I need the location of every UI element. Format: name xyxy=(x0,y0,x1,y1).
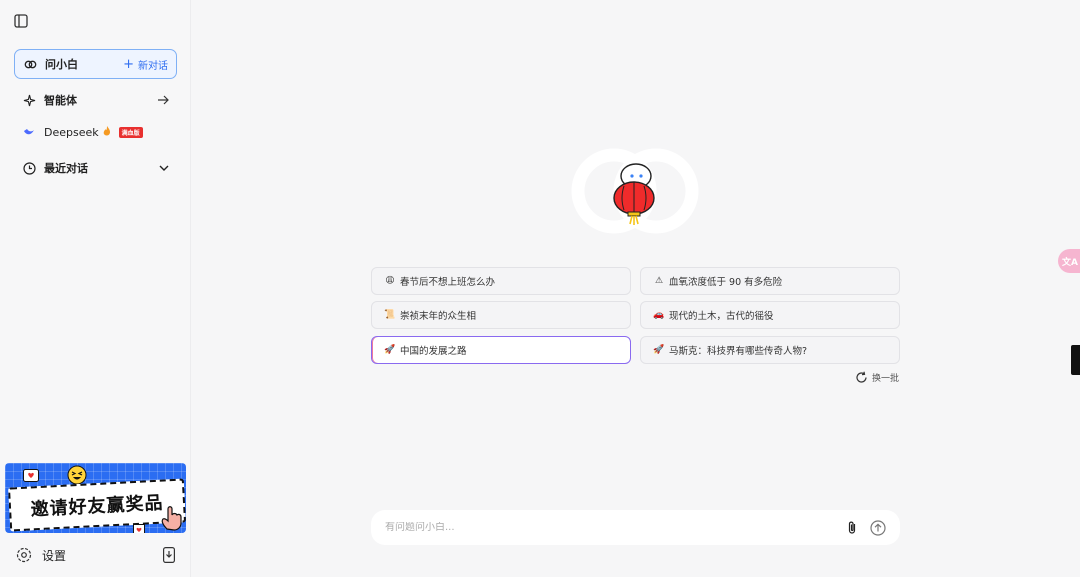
sidebar-item-agents-label: 智能体 xyxy=(44,94,77,107)
whale-icon xyxy=(22,125,36,139)
sidebar-item-recent[interactable]: 最近对话 xyxy=(14,153,177,183)
refresh-icon xyxy=(855,371,868,384)
sidebar: 问小白 + 新对话 智能体 Deepseek 满血版 最近对话 邀请好友赢奖品 … xyxy=(0,0,191,577)
fire-icon xyxy=(103,125,111,139)
suggestion-text: 马斯克：科技界有哪些传奇人物? xyxy=(669,346,808,357)
invite-banner-text: 邀请好友赢奖品 xyxy=(30,492,165,521)
suggestion-5[interactable]: 🚀 马斯克：科技界有哪些传奇人物? xyxy=(640,336,900,364)
history-icon xyxy=(22,161,36,175)
suggestion-emoji: 📜 xyxy=(384,310,396,320)
settings-label: 设置 xyxy=(42,548,67,563)
suggestion-text: 崇祯末年的众生相 xyxy=(400,311,477,322)
download-app-icon[interactable] xyxy=(163,547,175,563)
suggestion-text: 血氧浓度低于 90 有多危险 xyxy=(669,277,783,288)
new-chat-button[interactable]: + 新对话 xyxy=(123,57,168,72)
chat-input-box xyxy=(371,510,900,545)
attachment-icon[interactable] xyxy=(844,520,860,536)
sidebar-toggle-icon[interactable] xyxy=(12,12,30,30)
xiaobai-logo-icon xyxy=(570,146,700,236)
suggestion-4[interactable]: 🚀 中国的发展之路 xyxy=(371,336,631,364)
translate-float-icon[interactable]: 文A xyxy=(1058,249,1080,273)
suggestion-text: 中国的发展之路 xyxy=(400,346,467,357)
suggestion-emoji: 🚗 xyxy=(653,310,665,320)
sidebar-item-ask[interactable]: 问小白 + 新对话 xyxy=(14,49,177,79)
gear-icon xyxy=(16,547,32,563)
suggestion-emoji: 😩 xyxy=(385,276,395,286)
suggestion-emoji: ⚠ xyxy=(654,276,664,286)
sidebar-item-recent-label: 最近对话 xyxy=(44,162,88,175)
suggestion-2[interactable]: 📜 崇祯末年的众生相 xyxy=(371,301,631,329)
refresh-suggestions-button[interactable]: 换一批 xyxy=(855,371,899,384)
send-button[interactable] xyxy=(870,519,886,536)
suggestion-1[interactable]: ⚠ 血氧浓度低于 90 有多危险 xyxy=(640,267,900,295)
sparkle-icon xyxy=(22,93,36,107)
main-area: 😩 春节后不想上班怎么办 ⚠ 血氧浓度低于 90 有多危险 📜 崇祯末年的众生相… xyxy=(192,0,1080,577)
sidebar-item-agents[interactable]: 智能体 xyxy=(14,85,177,115)
heart-mail-icon xyxy=(23,469,39,485)
sidebar-item-deepseek-label: Deepseek xyxy=(44,125,99,139)
suggestion-text: 春节后不想上班怎么办 xyxy=(400,277,496,288)
suggestion-0[interactable]: 😩 春节后不想上班怎么办 xyxy=(371,267,631,295)
suggestion-text: 现代的土木，古代的徭役 xyxy=(669,311,774,322)
chat-input[interactable] xyxy=(385,522,834,533)
arrow-right-icon xyxy=(157,95,169,105)
suggestion-emoji: 🚀 xyxy=(653,345,665,355)
link-icon xyxy=(23,57,37,71)
chevron-down-icon[interactable] xyxy=(159,165,169,171)
new-chat-label: 新对话 xyxy=(138,60,168,72)
sidebar-item-ask-label: 问小白 xyxy=(45,58,78,71)
suggestion-3[interactable]: 🚗 现代的土木，古代的徭役 xyxy=(640,301,900,329)
settings-row[interactable]: 设置 xyxy=(14,542,177,568)
plus-icon: + xyxy=(123,56,134,72)
deepseek-badge: 满血版 xyxy=(118,126,143,138)
invite-banner[interactable]: 邀请好友赢奖品 xyxy=(5,463,186,533)
side-tab-handle[interactable] xyxy=(1071,345,1080,375)
refresh-label: 换一批 xyxy=(872,374,900,384)
suggestion-emoji: 🚀 xyxy=(384,345,396,355)
hand-icon xyxy=(159,503,185,533)
sidebar-item-deepseek[interactable]: Deepseek 满血版 xyxy=(14,117,177,147)
heart-small-icon xyxy=(133,523,145,533)
